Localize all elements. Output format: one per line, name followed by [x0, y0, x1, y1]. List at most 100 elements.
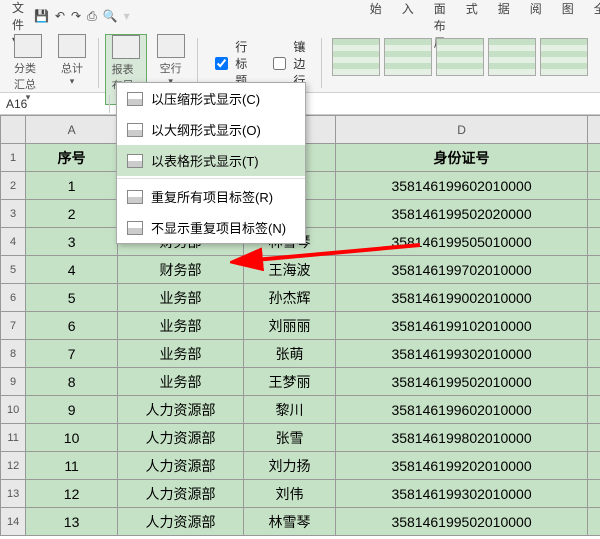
row-header[interactable]: 11	[1, 424, 26, 452]
row-header[interactable]: 10	[1, 396, 26, 424]
cell[interactable]: 孙杰辉	[244, 284, 336, 312]
style-thumb[interactable]	[488, 38, 536, 76]
row-header[interactable]: 8	[1, 340, 26, 368]
cell[interactable]: 业务部	[117, 284, 243, 312]
cell[interactable]: 王梦丽	[244, 368, 336, 396]
col-header[interactable]: A	[26, 116, 118, 144]
cell[interactable]: 9	[26, 396, 118, 424]
cell[interactable]: 12	[26, 480, 118, 508]
cell[interactable]: 358146199702010000	[335, 256, 587, 284]
cell[interactable]: 358146199302010000	[335, 480, 587, 508]
cell[interactable]: 刘力扬	[244, 452, 336, 480]
name-box[interactable]: A16	[0, 95, 110, 113]
cell[interactable]: 序号	[26, 144, 118, 172]
cell[interactable]: 358146199602010000	[335, 396, 587, 424]
row-header[interactable]: 13	[1, 480, 26, 508]
cell[interactable]: 35	[588, 508, 600, 536]
cell[interactable]: 35	[588, 228, 600, 256]
cell[interactable]: 人力资源部	[117, 508, 243, 536]
cell[interactable]: 358146199602010000	[335, 172, 587, 200]
cell[interactable]: 35	[588, 396, 600, 424]
col-header[interactable]	[588, 116, 600, 144]
cell[interactable]: 35	[588, 368, 600, 396]
row-header[interactable]: 3	[1, 200, 26, 228]
cell[interactable]: 35	[588, 340, 600, 368]
subtotal-button[interactable]: 分类汇总▾	[8, 34, 48, 103]
cell[interactable]: 7	[26, 340, 118, 368]
cell[interactable]: 4	[26, 256, 118, 284]
cell[interactable]: 林雪琴	[244, 508, 336, 536]
total-button[interactable]: 总计▾	[52, 34, 92, 87]
cell[interactable]: 张雪	[244, 424, 336, 452]
undo-icon[interactable]: ↶	[55, 8, 65, 24]
row-header[interactable]: 1	[1, 144, 26, 172]
row-header[interactable]: 6	[1, 284, 26, 312]
row-header[interactable]: 5	[1, 256, 26, 284]
col-header[interactable]: D	[335, 116, 587, 144]
cell[interactable]: 黎川	[244, 396, 336, 424]
cell[interactable]: 358146199502010000	[335, 508, 587, 536]
cell[interactable]: 刘丽丽	[244, 312, 336, 340]
cell[interactable]: 35	[588, 452, 600, 480]
cell[interactable]: 358146199002010000	[335, 284, 587, 312]
cell[interactable]: 358146199202010000	[335, 452, 587, 480]
cell[interactable]: 358146199505010000	[335, 228, 587, 256]
cell[interactable]: 8	[26, 368, 118, 396]
style-thumb[interactable]	[436, 38, 484, 76]
cell[interactable]: 11	[26, 452, 118, 480]
cell[interactable]: 35	[588, 284, 600, 312]
row-header[interactable]: 2	[1, 172, 26, 200]
cell[interactable]: 13	[26, 508, 118, 536]
dd-tabular[interactable]: 以表格形式显示(T)	[117, 145, 305, 176]
cell[interactable]: 35	[588, 312, 600, 340]
cell[interactable]: 358146199802010000	[335, 424, 587, 452]
cell[interactable]: 2	[26, 200, 118, 228]
layout-icon	[127, 123, 143, 137]
cell[interactable]: 5	[26, 284, 118, 312]
cell[interactable]: 人力资源部	[117, 396, 243, 424]
cell[interactable]: 35	[588, 256, 600, 284]
cell[interactable]: 358146199102010000	[335, 312, 587, 340]
cell[interactable]: 358146199302010000	[335, 340, 587, 368]
cell[interactable]: 刘伟	[244, 480, 336, 508]
cell[interactable]	[588, 172, 600, 200]
cell[interactable]: 人力资源部	[117, 424, 243, 452]
cell[interactable]: 张萌	[244, 340, 336, 368]
cell[interactable]: 35	[588, 424, 600, 452]
style-thumb[interactable]	[332, 38, 380, 76]
style-thumb[interactable]	[540, 38, 588, 76]
style-thumb[interactable]	[384, 38, 432, 76]
cell[interactable]: 35	[588, 480, 600, 508]
cell[interactable]: 业务部	[117, 340, 243, 368]
cell[interactable]: 10	[26, 424, 118, 452]
cell[interactable]: 35	[588, 200, 600, 228]
dd-no-repeat-labels[interactable]: 不显示重复项目标签(N)	[117, 212, 305, 243]
redo-icon[interactable]: ↷	[71, 8, 81, 24]
cell[interactable]: 隐	[588, 144, 600, 172]
cell[interactable]: 3	[26, 228, 118, 256]
cell[interactable]: 6	[26, 312, 118, 340]
save-icon[interactable]: 💾	[34, 8, 49, 24]
cell[interactable]: 财务部	[117, 256, 243, 284]
select-all-corner[interactable]	[1, 116, 26, 144]
row-header[interactable]: 7	[1, 312, 26, 340]
row-header[interactable]: 9	[1, 368, 26, 396]
blank-rows-button[interactable]: 空行▾	[151, 34, 191, 87]
row-header[interactable]: 12	[1, 452, 26, 480]
cell[interactable]: 358146199502020000	[335, 200, 587, 228]
cell[interactable]: 1	[26, 172, 118, 200]
cell[interactable]: 业务部	[117, 368, 243, 396]
cell[interactable]: 王海波	[244, 256, 336, 284]
cell[interactable]: 人力资源部	[117, 480, 243, 508]
dd-compact[interactable]: 以压缩形式显示(C)	[117, 83, 305, 114]
dd-repeat-labels[interactable]: 重复所有项目标签(R)	[117, 181, 305, 212]
cell[interactable]: 358146199502010000	[335, 368, 587, 396]
row-header[interactable]: 4	[1, 228, 26, 256]
cell[interactable]: 身份证号	[335, 144, 587, 172]
print-icon[interactable]: ⎙	[87, 8, 97, 24]
dd-outline[interactable]: 以大纲形式显示(O)	[117, 114, 305, 145]
cell[interactable]: 业务部	[117, 312, 243, 340]
preview-icon[interactable]: 🔍	[103, 8, 118, 24]
cell[interactable]: 人力资源部	[117, 452, 243, 480]
row-header[interactable]: 14	[1, 508, 26, 536]
